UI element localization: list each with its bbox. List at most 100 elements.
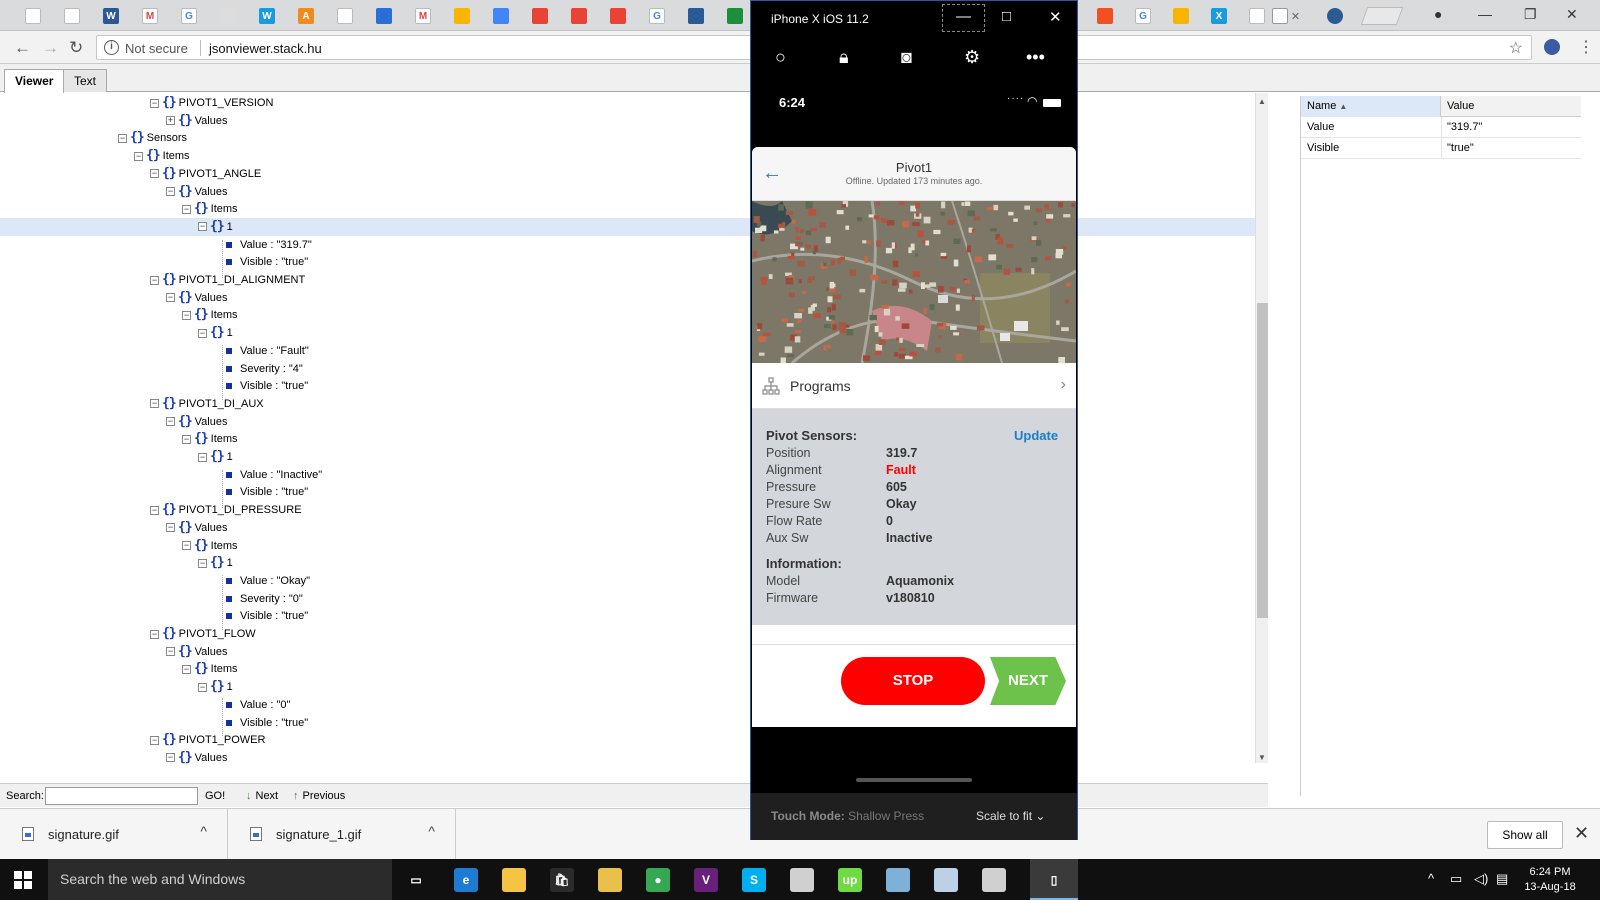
tree-node[interactable]: −{} 1: [198, 554, 233, 572]
windows-start-icon[interactable]: [14, 871, 32, 889]
tree-node[interactable]: −{} 1: [198, 324, 233, 342]
browser-tab[interactable]: [449, 4, 475, 28]
collapse-icon[interactable]: −: [182, 204, 191, 214]
browser-tab[interactable]: G: [644, 4, 670, 28]
chevron-up-icon[interactable]: ^: [428, 823, 435, 839]
tree-leaf[interactable]: Value : "Okay": [226, 572, 310, 590]
visual-studio-icon[interactable]: V: [694, 868, 718, 892]
tab-stack-overflow[interactable]: [1320, 4, 1350, 28]
tree-node[interactable]: −{} PIVOT1_POWER: [150, 731, 265, 749]
tree-node[interactable]: −{} PIVOT1_DI_ALIGNMENT: [150, 271, 305, 289]
tree-node[interactable]: −{} Items: [182, 306, 238, 324]
next-button[interactable]: ↓ Next: [246, 790, 278, 802]
tree-leaf[interactable]: Value : "0": [226, 696, 290, 714]
tree-leaf[interactable]: Severity : "0": [226, 590, 303, 608]
browser-tab[interactable]: W: [98, 4, 124, 28]
name-column-label[interactable]: Name ▲: [1307, 100, 1437, 118]
collapse-icon[interactable]: −: [166, 523, 175, 533]
close-icon[interactable]: ✕: [1049, 8, 1062, 26]
property-row[interactable]: Value "319.7": [1301, 117, 1581, 138]
tree-node[interactable]: −{} Values: [166, 643, 227, 661]
collapse-icon[interactable]: −: [166, 647, 175, 657]
app-icon[interactable]: [790, 868, 814, 892]
taskbar-clock[interactable]: 6:24 PM 13-Aug-18: [1515, 865, 1585, 895]
volume-icon[interactable]: ◁): [1474, 871, 1488, 887]
browser-tab[interactable]: [1092, 4, 1118, 28]
browser-tab[interactable]: [722, 4, 748, 28]
menu-icon[interactable]: ⋮: [1578, 37, 1594, 57]
scroll-down-icon[interactable]: ▼: [1258, 753, 1266, 762]
tree-leaf[interactable]: Severity : "4": [226, 360, 303, 378]
property-row[interactable]: Visible "true": [1301, 138, 1581, 159]
info-icon[interactable]: i: [104, 40, 119, 55]
collapse-icon[interactable]: −: [182, 541, 191, 551]
collapse-icon[interactable]: −: [198, 558, 207, 568]
touch-mode[interactable]: Touch Mode: Shallow Press: [771, 809, 924, 823]
more-icon[interactable]: •••: [1026, 47, 1045, 68]
maximize-icon[interactable]: □: [1002, 8, 1011, 25]
scale-dropdown[interactable]: Scale to fit ⌄: [976, 809, 1045, 823]
previous-button[interactable]: ↑ Previous: [293, 790, 345, 802]
collapse-icon[interactable]: −: [150, 98, 159, 108]
browser-tab[interactable]: [20, 4, 46, 28]
store-icon[interactable]: 🛍︎: [550, 868, 574, 892]
not-secure-label[interactable]: Not secure: [125, 41, 188, 56]
file-explorer-icon[interactable]: [502, 868, 526, 892]
browser-tab[interactable]: [488, 4, 514, 28]
browser-tab[interactable]: [332, 4, 358, 28]
download-item[interactable]: signature.gif ^: [0, 809, 228, 860]
aerial-map-image[interactable]: [752, 201, 1076, 363]
expand-icon[interactable]: +: [166, 116, 175, 126]
collapse-icon[interactable]: −: [182, 310, 191, 320]
tree-leaf[interactable]: Value : "Fault": [226, 342, 309, 360]
active-tab[interactable]: ✕: [1266, 4, 1306, 28]
tab-text[interactable]: Text: [63, 69, 108, 92]
browser-tab[interactable]: [683, 4, 709, 28]
browser-tab[interactable]: [605, 4, 631, 28]
download-item[interactable]: signature_1.gif ^: [228, 809, 456, 860]
tree-node[interactable]: −{} Items: [182, 537, 238, 555]
tab-viewer[interactable]: Viewer: [4, 69, 65, 93]
collapse-icon[interactable]: −: [134, 151, 143, 161]
browser-tab[interactable]: M: [137, 4, 163, 28]
tab-close-icon[interactable]: ✕: [1291, 10, 1300, 23]
go-button[interactable]: GO!: [205, 790, 225, 802]
next-button[interactable]: NEXT: [990, 657, 1066, 705]
back-icon[interactable]: ←: [14, 38, 31, 58]
tree-node[interactable]: −{} Values: [166, 289, 227, 307]
collapse-icon[interactable]: −: [198, 222, 207, 232]
collapse-icon[interactable]: −: [166, 187, 175, 197]
browser-tab[interactable]: G: [1130, 4, 1156, 28]
restore-icon[interactable]: ❐: [1524, 6, 1537, 23]
minimize-icon[interactable]: —: [1478, 6, 1492, 22]
collapse-icon[interactable]: −: [150, 169, 159, 179]
value-column-label[interactable]: Value: [1447, 100, 1474, 112]
tree-leaf[interactable]: Visible : "true": [226, 377, 308, 395]
collapse-icon[interactable]: −: [182, 664, 191, 674]
scrollbar-thumb[interactable]: [1257, 303, 1268, 618]
remote-desktop-icon[interactable]: [934, 868, 958, 892]
tree-leaf[interactable]: Visible : "true": [226, 483, 308, 501]
lock-icon[interactable]: 🔒︎: [839, 47, 849, 68]
tree-node[interactable]: −{} 1: [198, 678, 233, 696]
tree-node[interactable]: −{} Values: [166, 749, 227, 767]
tree-leaf[interactable]: Visible : "true": [226, 253, 308, 271]
collapse-icon[interactable]: −: [182, 434, 191, 444]
tree-leaf[interactable]: Value : "Inactive": [226, 466, 322, 484]
bookmark-star-icon[interactable]: ☆: [1509, 38, 1523, 58]
browser-tab[interactable]: [59, 4, 85, 28]
browser-tab[interactable]: [371, 4, 397, 28]
tree-leaf[interactable]: Visible : "true": [226, 607, 308, 625]
tree-node[interactable]: −{} 1: [198, 448, 233, 466]
browser-tab[interactable]: [527, 4, 553, 28]
url-text[interactable]: jsonviewer.stack.hu: [209, 41, 322, 56]
collapse-icon[interactable]: −: [198, 328, 207, 338]
reload-icon[interactable]: ↻: [69, 38, 83, 58]
home-button-icon[interactable]: ○: [775, 47, 786, 68]
browser-tab[interactable]: [215, 4, 241, 28]
new-tab-button[interactable]: [1360, 7, 1404, 25]
extension-icon[interactable]: [1544, 39, 1560, 55]
collapse-icon[interactable]: −: [198, 452, 207, 462]
collapse-icon[interactable]: −: [150, 399, 159, 409]
chrome-icon[interactable]: ●: [646, 868, 670, 892]
